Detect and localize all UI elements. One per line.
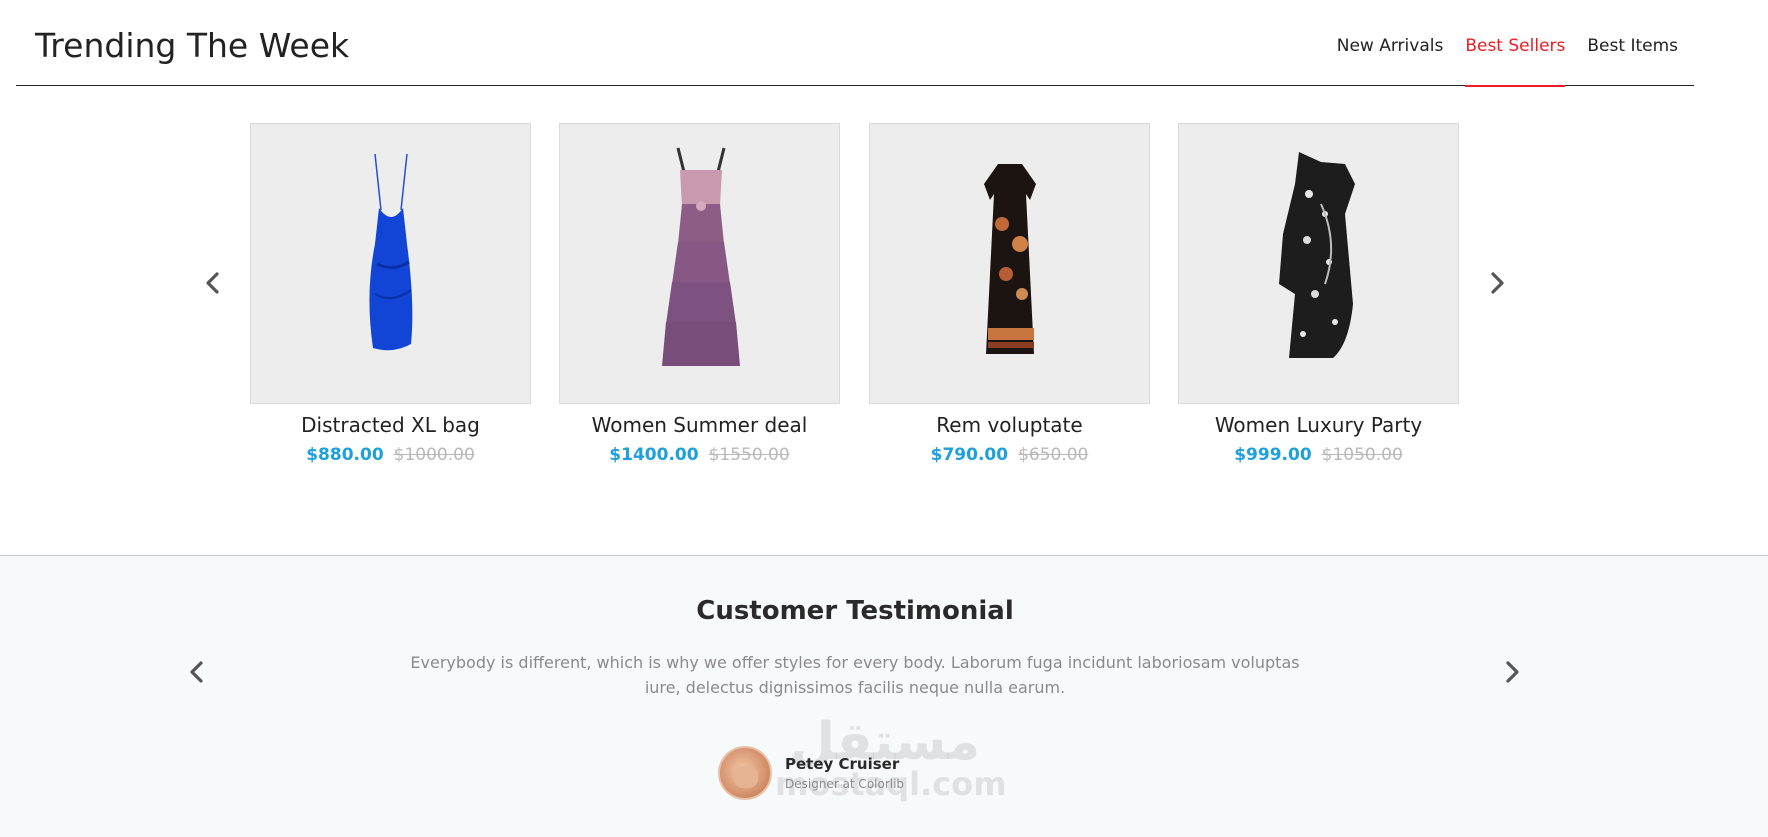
product-name[interactable]: Women Luxury Party [1178, 413, 1459, 437]
product-card[interactable]: Rem voluptate $790.00 $650.00 [869, 123, 1150, 465]
testimonial-next-button[interactable] [1497, 657, 1527, 687]
product-carousel: Distracted XL bag $880.00 $1000.00 Women … [250, 123, 1460, 473]
product-old-price: $1050.00 [1321, 445, 1403, 465]
blue-slip-dress-image [368, 153, 412, 350]
tab-bar: New Arrivals Best Sellers Best Items [1315, 0, 1678, 87]
product-card[interactable]: Women Summer deal $1400.00 $1550.00 [559, 123, 840, 465]
author-role: Designer at Colorlib [785, 777, 905, 791]
product-price: $880.00 [306, 445, 384, 465]
product-price: $1400.00 [609, 445, 699, 465]
product-prices: $1400.00 $1550.00 [559, 445, 840, 465]
patterned-one-shoulder-dress-image [1278, 151, 1355, 358]
tab-best-sellers[interactable]: Best Sellers [1465, 0, 1566, 87]
product-old-price: $650.00 [1018, 445, 1089, 465]
product-image[interactable] [559, 123, 840, 404]
avatar [718, 746, 772, 800]
chevron-right-icon [1491, 272, 1504, 294]
product-old-price: $1550.00 [708, 445, 790, 465]
testimonial-text: Everybody is different, which is why we … [410, 653, 1300, 697]
tab-new-arrivals[interactable]: New Arrivals [1337, 0, 1444, 86]
product-image[interactable] [1178, 123, 1459, 404]
product-carousel-prev-button[interactable] [198, 268, 228, 298]
author-meta: Petey Cruiser Designer at Colorlib [785, 755, 904, 791]
section-header: Trending The Week New Arrivals Best Sell… [16, 0, 1694, 87]
product-card[interactable]: Women Luxury Party $999.00 $1050.00 [1178, 123, 1459, 465]
product-prices: $999.00 $1050.00 [1178, 445, 1459, 465]
page: Trending The Week New Arrivals Best Sell… [0, 0, 1768, 837]
product-old-price: $1000.00 [393, 445, 475, 465]
chevron-left-icon [206, 272, 219, 294]
author-name: Petey Cruiser [785, 755, 900, 773]
product-prices: $790.00 $650.00 [869, 445, 1150, 465]
chevron-right-icon [1506, 661, 1519, 683]
product-carousel-next-button[interactable] [1482, 268, 1512, 298]
chevron-left-icon [190, 661, 203, 683]
product-name[interactable]: Women Summer deal [559, 413, 840, 437]
purple-tiered-dress-image [661, 147, 740, 366]
product-image[interactable] [869, 123, 1150, 404]
tab-best-items[interactable]: Best Items [1587, 0, 1678, 86]
product-name[interactable]: Distracted XL bag [250, 413, 531, 437]
product-name[interactable]: Rem voluptate [869, 413, 1150, 437]
page-title: Trending The Week [35, 26, 350, 65]
testimonial-prev-button[interactable] [182, 657, 212, 687]
product-prices: $880.00 $1000.00 [250, 445, 531, 465]
testimonial-section: Customer Testimonial Everybody is differ… [0, 555, 1768, 837]
floral-black-dress-image [983, 163, 1036, 354]
product-price: $790.00 [930, 445, 1009, 465]
product-image[interactable] [250, 123, 531, 404]
testimonial-title: Customer Testimonial [696, 596, 1014, 626]
product-card[interactable]: Distracted XL bag $880.00 $1000.00 [250, 123, 531, 465]
testimonial-author: Petey Cruiser Designer at Colorlib [718, 746, 904, 800]
product-price: $999.00 [1234, 445, 1312, 465]
